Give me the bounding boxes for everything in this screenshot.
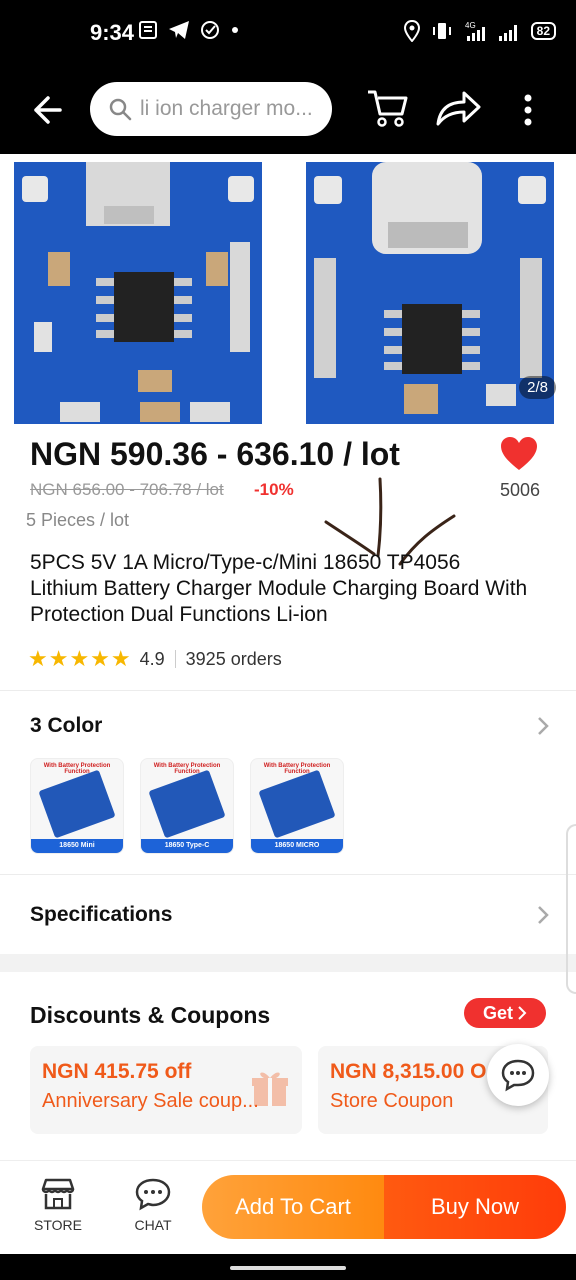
gift-icon: [252, 1072, 288, 1106]
pcb-board-micro-image: [14, 162, 262, 424]
buy-now-button[interactable]: Buy Now: [384, 1175, 566, 1239]
signal-4g-icon: 4G: [465, 21, 485, 41]
section-separator: [0, 954, 576, 972]
divider: [0, 690, 576, 691]
svg-text:4G: 4G: [465, 21, 476, 30]
swatch-caption: With Battery Protection Function: [153, 763, 221, 775]
status-time: 9:34: [90, 20, 135, 45]
check-circle-icon: [201, 21, 219, 39]
gallery-page-indicator: 2/8: [519, 376, 556, 399]
chat-button[interactable]: CHAT: [123, 1177, 183, 1233]
chat-bubble-icon: [501, 1059, 535, 1092]
signal-icon: [498, 25, 517, 41]
color-swatch-mini[interactable]: With Battery Protection Function 18650 M…: [30, 758, 124, 854]
color-swatch-typec[interactable]: With Battery Protection Function 18650 T…: [140, 758, 234, 854]
battery-indicator: 82: [530, 22, 556, 40]
chevron-right-icon[interactable]: [536, 905, 550, 925]
coupons-title: Discounts & Coupons: [30, 1002, 271, 1028]
bottom-action-bar: STORE CHAT Add To Cart Buy Now: [0, 1160, 576, 1254]
more-options-icon[interactable]: [516, 90, 540, 130]
star-rating-icon: ★★★★★: [28, 646, 132, 671]
chevron-right-icon[interactable]: [536, 716, 550, 736]
swatch-label: 18650 Mini: [31, 839, 123, 853]
search-icon: [109, 98, 132, 121]
floating-chat-button[interactable]: [487, 1044, 549, 1106]
notes-icon: [139, 21, 157, 39]
get-coupon-button[interactable]: Get: [464, 998, 546, 1028]
telegram-icon: [169, 21, 189, 39]
chevron-right-icon: [518, 1006, 527, 1020]
color-swatch-micro[interactable]: With Battery Protection Function 18650 M…: [250, 758, 344, 854]
orders-count: 3925 orders: [185, 648, 282, 669]
product-title: 5PCS 5V 1A Micro/Type-c/Mini 18650 TP405…: [30, 551, 528, 626]
product-image-2[interactable]: [306, 162, 554, 424]
get-label: Get: [482, 1002, 513, 1023]
add-to-cart-button[interactable]: Add To Cart: [202, 1175, 384, 1239]
share-icon[interactable]: [434, 88, 482, 128]
cart-icon[interactable]: [366, 86, 410, 130]
product-image-gallery[interactable]: 2/8: [0, 154, 576, 424]
swatch-caption: With Battery Protection Function: [263, 763, 331, 775]
divider: [174, 650, 176, 668]
location-icon: [403, 20, 420, 42]
top-app-bar: li ion charger mo...: [0, 64, 576, 154]
divider: [0, 874, 576, 875]
original-price: NGN 656.00 - 706.78 / lot: [30, 480, 224, 499]
coupon-card-anniversary[interactable]: NGN 415.75 off Anniversary Sale coup...: [30, 1046, 302, 1134]
pcb-board-typec-image: [306, 162, 554, 424]
swatch-label: 18650 MICRO: [251, 839, 343, 853]
side-scroll-handle[interactable]: [566, 824, 576, 994]
product-price: NGN 590.36 - 636.10 / lot: [30, 436, 400, 472]
heart-icon[interactable]: [500, 436, 538, 472]
search-bar[interactable]: li ion charger mo...: [90, 82, 332, 136]
rating-score: 4.9: [139, 648, 165, 669]
product-image-1[interactable]: [14, 162, 262, 424]
vibrate-icon: [432, 23, 451, 39]
lot-unit: 5 Pieces / lot: [26, 510, 130, 530]
swatch-board-image: [258, 769, 336, 839]
wishlist-count: 5006: [499, 480, 541, 500]
dot-icon: [232, 27, 238, 33]
swatch-caption: With Battery Protection Function: [43, 763, 111, 775]
swatch-board-image: [38, 769, 116, 839]
discount-badge: -10%: [254, 480, 294, 499]
swatch-label: 18650 Type-C: [141, 839, 233, 853]
store-label: STORE: [34, 1217, 82, 1233]
store-icon: [41, 1178, 75, 1210]
specifications-title[interactable]: Specifications: [30, 903, 172, 927]
rating-row[interactable]: ★★★★★ 4.9 3925 orders: [28, 646, 282, 672]
store-button[interactable]: STORE: [28, 1177, 88, 1233]
status-bar: 9:34 4G 82: [0, 0, 576, 64]
home-gesture-pill[interactable]: [230, 1266, 346, 1270]
search-input[interactable]: li ion charger mo...: [140, 97, 313, 121]
system-nav-bar: [0, 1254, 576, 1280]
swatch-board-image: [148, 769, 226, 839]
chat-icon: [135, 1178, 171, 1211]
back-arrow-icon[interactable]: [26, 90, 66, 130]
color-section-title[interactable]: 3 Color: [30, 714, 102, 738]
chat-label: CHAT: [134, 1217, 172, 1233]
